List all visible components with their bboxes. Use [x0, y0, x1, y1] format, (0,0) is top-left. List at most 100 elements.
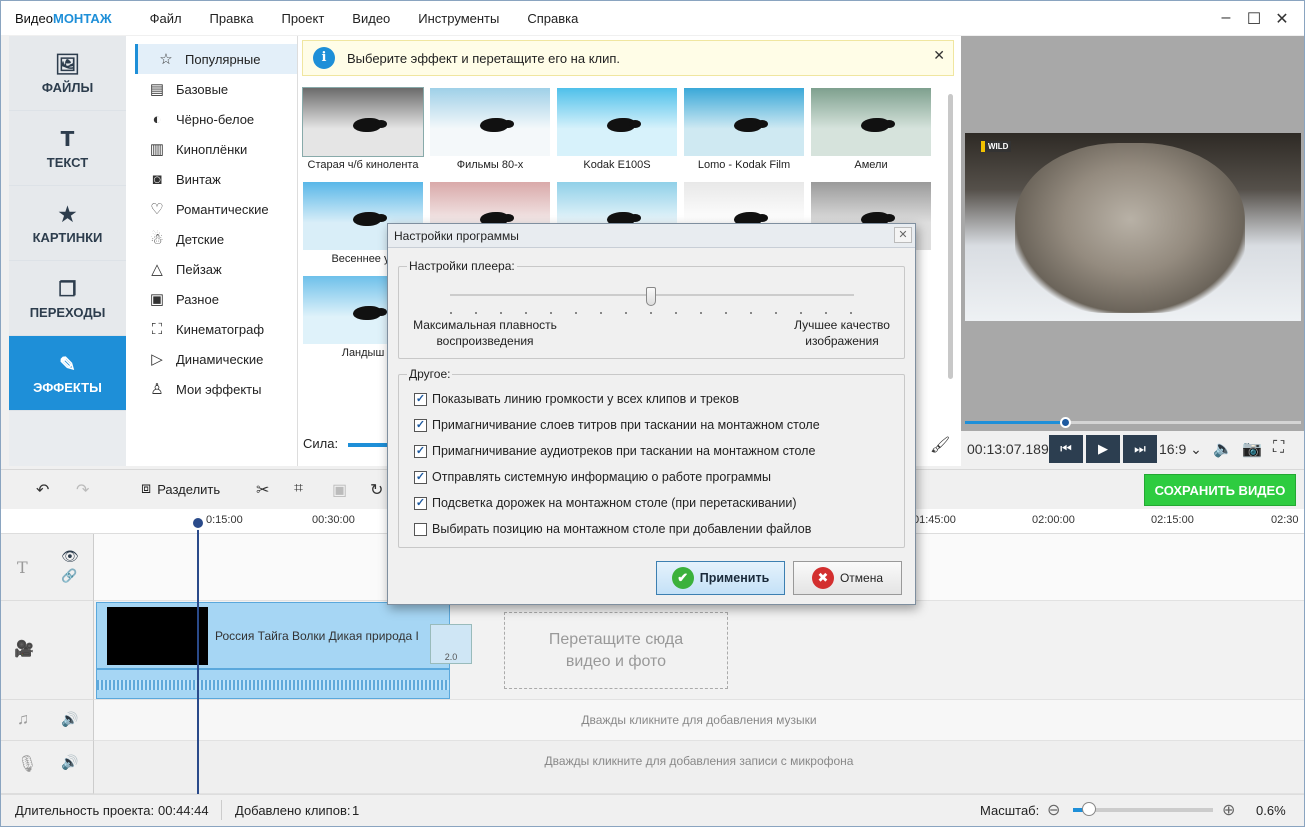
effect-thumbnail[interactable]: Фильмы 80-х [430, 88, 550, 174]
info-icon: i [313, 47, 335, 69]
slider-tick [750, 312, 752, 314]
close-window-button[interactable]: ✕ [1268, 9, 1296, 29]
category-icon: ⛶ [151, 320, 163, 338]
play-button[interactable]: ▶ [1086, 435, 1120, 463]
zoom-out-icon[interactable]: ⊖ [1047, 800, 1060, 820]
category-item[interactable]: ◙ Винтаж [126, 164, 297, 194]
clip-audio-wave[interactable] [96, 669, 450, 699]
camera-icon[interactable]: 📷 [1242, 439, 1262, 459]
playback-progress[interactable] [965, 421, 1301, 424]
option-checkbox[interactable]: ✓ Примагничивание слоев титров при таскан… [414, 418, 820, 432]
nav-effects[interactable]: ✎ ЭФФЕКТЫ [9, 336, 126, 411]
volume-icon[interactable]: 🔈 [1213, 439, 1233, 459]
fullscreen-icon[interactable]: ⛶ [1273, 439, 1284, 457]
slider-tick [675, 312, 677, 314]
nav-text[interactable]: T ТЕКСТ [9, 111, 126, 186]
nav-transitions[interactable]: ❐ ПЕРЕХОДЫ [9, 261, 126, 336]
effects-scrollbar[interactable] [948, 94, 953, 379]
window-controls: – ☐ ✕ [1212, 9, 1296, 29]
zoom-in-icon[interactable]: ⊕ [1222, 800, 1235, 820]
channel-watermark: WILD [981, 141, 1012, 152]
checkbox-empty-icon[interactable] [414, 522, 427, 536]
scissors-icon[interactable]: ✂ [256, 480, 269, 500]
category-item[interactable]: ▤ Базовые [126, 74, 297, 104]
category-item[interactable]: ⛶ Кинематограф [126, 314, 297, 344]
slider-tick [825, 312, 827, 314]
category-item[interactable]: ☆ Популярные [135, 44, 297, 74]
minimize-button[interactable]: – [1212, 9, 1240, 29]
dialog-close-button[interactable]: ✕ [894, 227, 912, 243]
nav-pictures[interactable]: ★ КАРТИНКИ [9, 186, 126, 261]
apply-button[interactable]: ✔ Применить [656, 561, 785, 595]
menu-edit[interactable]: Правка [210, 11, 254, 26]
slider-tick [450, 312, 452, 314]
category-item[interactable]: △ Пейзаж [126, 254, 297, 284]
crop-icon[interactable]: ⌗ [294, 480, 303, 498]
clips-value: 1 [352, 803, 360, 818]
ruler-tick: 0:15:00 [206, 514, 243, 526]
link-icon[interactable]: 🔗 [61, 568, 77, 584]
option-checkbox[interactable]: ✓ Подсветка дорожек на монтажном столе (п… [414, 496, 797, 510]
save-video-button[interactable]: СОХРАНИТЬ ВИДЕО [1144, 474, 1296, 506]
zoom-knob[interactable] [1082, 802, 1096, 816]
next-frame-button[interactable]: ⏭ [1123, 435, 1157, 463]
playhead-line[interactable] [197, 516, 199, 794]
category-item[interactable]: ♙ Мои эффекты [126, 374, 297, 404]
option-checkbox[interactable]: ✓ Примагничивание аудиотреков при таскани… [414, 444, 815, 458]
category-item[interactable]: ▷ Динамические [126, 344, 297, 374]
video-clip[interactable]: Россия Тайга Волки Дикая природа I [96, 602, 450, 669]
checkbox-checked-icon[interactable]: ✓ [414, 392, 427, 406]
effect-thumbnail[interactable]: Старая ч/б кинолента [302, 87, 424, 174]
speaker-icon[interactable]: 🔊 [61, 754, 78, 771]
playback-knob[interactable] [1060, 417, 1071, 428]
transition-block[interactable]: 2.0 [430, 624, 472, 664]
playhead-handle[interactable] [191, 516, 205, 530]
nav-files[interactable]: 🖼 ФАЙЛЫ [9, 36, 126, 111]
quality-slider-thumb[interactable] [646, 287, 656, 306]
drop-zone[interactable]: Перетащите сюда видео и фото [504, 612, 728, 689]
category-item[interactable]: ♡ Романтические [126, 194, 297, 224]
ruler-tick: 02:00:00 [1032, 514, 1075, 526]
checkbox-checked-icon[interactable]: ✓ [414, 496, 427, 510]
rotate-icon[interactable]: ↻ [370, 480, 383, 500]
redo-icon[interactable]: ↷ [76, 480, 89, 500]
split-button[interactable]: ⧈ Разделить [141, 480, 220, 498]
undo-icon[interactable]: ↶ [36, 480, 49, 500]
app-window: Видео МОНТАЖ Файл Правка Проект Видео Инс… [0, 0, 1305, 827]
effect-thumbnail[interactable]: Амели [811, 88, 931, 174]
option-checkbox[interactable]: ✓ Отправлять системную информацию о работ… [414, 470, 771, 484]
prev-frame-button[interactable]: ⏮ [1049, 435, 1083, 463]
checkbox-checked-icon[interactable]: ✓ [414, 444, 427, 458]
category-item[interactable]: ◐ Чёрно-белое [126, 104, 297, 134]
text-track-header: T 👁 🔗 [1, 534, 94, 601]
menu-help[interactable]: Справка [527, 11, 578, 26]
category-item[interactable]: ▣ Разное [126, 284, 297, 314]
cancel-button[interactable]: ✖ Отмена [793, 561, 902, 595]
speaker-icon[interactable]: 🔊 [61, 711, 78, 728]
aspect-ratio-select[interactable]: 16:9 ⌄ [1159, 441, 1202, 458]
menu-tools[interactable]: Инструменты [418, 11, 499, 26]
option-label: Показывать линию громкости у всех клипов… [432, 392, 740, 406]
effect-thumbnail[interactable]: Kodak E100S [557, 88, 677, 174]
checkbox-checked-icon[interactable]: ✓ [414, 470, 427, 484]
option-checkbox[interactable]: ✓ Показывать линию громкости у всех клипо… [414, 392, 739, 406]
effects-icon: ✎ [59, 353, 76, 376]
option-checkbox[interactable]: Выбирать позицию на монтажном столе при … [414, 522, 811, 536]
music-track[interactable]: Дважды кликните для добавления музыки [94, 700, 1304, 741]
duration-value: 00:44:44 [158, 803, 209, 818]
menu-file[interactable]: Файл [150, 11, 182, 26]
mic-track[interactable]: Дважды кликните для добавления записи с … [94, 741, 1304, 794]
category-item[interactable]: ▥ Киноплёнки [126, 134, 297, 164]
brush-icon[interactable]: 🖌 [930, 435, 950, 455]
effect-label: Фильмы 80-х [456, 159, 524, 171]
category-item[interactable]: ☃ Детские [126, 224, 297, 254]
menu-project[interactable]: Проект [281, 11, 324, 26]
tip-close-icon[interactable]: ✕ [933, 47, 945, 64]
checkbox-checked-icon[interactable]: ✓ [414, 418, 427, 432]
eye-icon[interactable]: 👁 [61, 548, 79, 565]
effect-thumbnail[interactable]: Lomo - Kodak Film [684, 88, 804, 174]
menu-video[interactable]: Видео [352, 11, 390, 26]
dim-icon[interactable]: ▣ [332, 480, 347, 500]
strength-slider[interactable] [348, 443, 390, 447]
maximize-button[interactable]: ☐ [1240, 9, 1268, 29]
